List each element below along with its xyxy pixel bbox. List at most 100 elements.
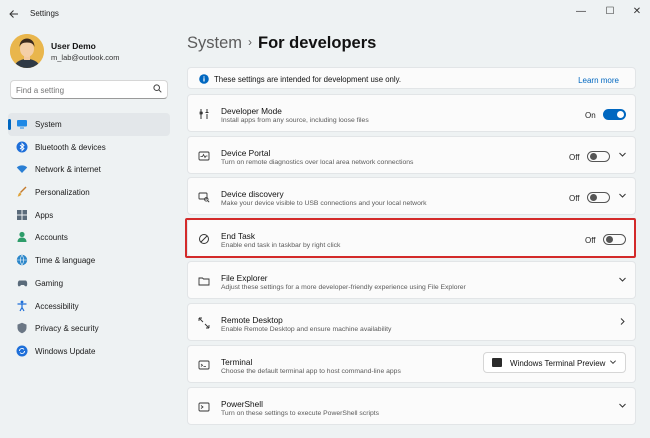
setting-title: File Explorer <box>221 273 268 283</box>
setting-title: Developer Mode <box>221 106 282 116</box>
sidebar-item-label: Bluetooth & devices <box>35 142 106 152</box>
remote-desktop-icon <box>198 317 210 329</box>
setting-description: Adjust these settings for a more develop… <box>221 284 466 291</box>
developer-tools-icon <box>198 108 210 120</box>
terminal-icon <box>198 359 210 371</box>
settings-window: Settings — ☐ ✕ User Demo m_lab@outlook.c… <box>0 0 650 438</box>
apps-icon <box>16 209 28 221</box>
sidebar-item-label: Apps <box>35 210 54 220</box>
search-icon[interactable] <box>153 84 162 95</box>
sidebar-item-system[interactable]: System <box>8 113 170 136</box>
sidebar-item-network[interactable]: Network & internet <box>8 158 170 181</box>
chevron-down-icon[interactable] <box>618 401 627 412</box>
setting-title: Remote Desktop <box>221 315 283 325</box>
sidebar-item-accounts[interactable]: Accounts <box>8 226 170 249</box>
back-arrow-icon[interactable] <box>6 6 22 22</box>
close-button[interactable]: ✕ <box>622 2 650 20</box>
setting-description: Install apps from any source, including … <box>221 117 369 124</box>
dropdown-selected-value: Windows Terminal Preview <box>510 359 606 368</box>
maximize-button[interactable]: ☐ <box>595 2 625 20</box>
sidebar-item-label: Windows Update <box>35 346 96 356</box>
toggle-state-label: Off <box>569 194 580 203</box>
toggle-state-label: Off <box>569 153 580 162</box>
setting-remote-desktop[interactable]: Remote Desktop Enable Remote Desktop and… <box>187 303 636 341</box>
end-task-highlight-frame <box>185 218 636 258</box>
device-search-icon <box>198 191 210 203</box>
sidebar-item-apps[interactable]: Apps <box>8 204 170 227</box>
toggle-state-label: On <box>585 111 596 120</box>
globe-clock-icon <box>16 254 28 266</box>
sidebar-item-gaming[interactable]: Gaming <box>8 272 170 295</box>
setting-developer-mode: Developer Mode Install apps from any sou… <box>187 94 636 132</box>
bluetooth-icon <box>16 141 28 153</box>
terminal-app-icon <box>492 358 502 367</box>
setting-device-portal[interactable]: Device Portal Turn on remote diagnostics… <box>187 136 636 174</box>
sidebar-item-label: Gaming <box>35 278 64 288</box>
sidebar-item-label: Privacy & security <box>35 324 99 334</box>
sidebar-item-time-language[interactable]: Time & language <box>8 249 170 272</box>
setting-description: Enable Remote Desktop and ensure machine… <box>221 326 392 333</box>
device-portal-toggle[interactable] <box>587 151 610 162</box>
learn-more-link[interactable]: Learn more <box>578 76 619 85</box>
pulse-monitor-icon <box>198 150 210 162</box>
sidebar-item-label: Accounts <box>35 233 68 243</box>
sidebar-item-windows-update[interactable]: Windows Update <box>8 340 170 363</box>
setting-title: PowerShell <box>221 399 263 409</box>
chevron-down-icon[interactable] <box>618 191 627 202</box>
info-icon <box>198 73 210 85</box>
sidebar-item-privacy-security[interactable]: Privacy & security <box>8 317 170 340</box>
sidebar-item-personalization[interactable]: Personalization <box>8 181 170 204</box>
setting-description: Choose the default terminal app to host … <box>221 368 401 375</box>
monitor-icon <box>16 118 28 130</box>
user-name: User Demo <box>51 41 96 51</box>
window-title: Settings <box>30 9 59 18</box>
developer-mode-toggle[interactable] <box>603 109 626 120</box>
chevron-right-icon[interactable] <box>618 317 627 328</box>
sidebar-item-label: Time & language <box>35 256 96 266</box>
avatar <box>10 34 44 68</box>
shield-icon <box>16 322 28 334</box>
setting-device-discovery[interactable]: Device discovery Make your device visibl… <box>187 177 636 215</box>
gamepad-icon <box>16 277 28 289</box>
user-profile[interactable]: User Demo m_lab@outlook.com <box>10 34 175 70</box>
device-discovery-toggle[interactable] <box>587 192 610 203</box>
breadcrumb-system[interactable]: System <box>187 34 242 52</box>
user-email: m_lab@outlook.com <box>51 53 120 62</box>
search-input[interactable] <box>16 84 146 96</box>
setting-title: Device discovery <box>221 189 284 199</box>
setting-description: Make your device visible to USB connecti… <box>221 200 427 207</box>
search-box[interactable] <box>10 80 168 99</box>
chevron-down-icon[interactable] <box>618 150 627 161</box>
sidebar-item-label: Network & internet <box>35 165 101 175</box>
setting-description: Turn on remote diagnostics over local ar… <box>221 159 414 166</box>
setting-file-explorer[interactable]: File Explorer Adjust these settings for … <box>187 261 636 299</box>
sidebar: User Demo m_lab@outlook.com System Bluet… <box>0 28 180 438</box>
sidebar-item-bluetooth[interactable]: Bluetooth & devices <box>8 136 170 159</box>
breadcrumb-separator: › <box>248 35 253 49</box>
brush-icon <box>16 186 28 198</box>
update-icon <box>16 345 28 357</box>
sidebar-item-label: Personalization <box>35 188 90 198</box>
sidebar-item-accessibility[interactable]: Accessibility <box>8 295 170 318</box>
wifi-icon <box>16 163 28 175</box>
minimize-button[interactable]: — <box>566 2 596 20</box>
info-banner: These settings are intended for developm… <box>187 67 636 89</box>
sidebar-nav: System Bluetooth & devices Network & int… <box>8 113 170 363</box>
setting-title: Terminal <box>221 357 253 367</box>
page-title: System › For developers <box>187 34 376 53</box>
breadcrumb-current: For developers <box>258 34 377 52</box>
sidebar-item-label: Accessibility <box>35 301 79 311</box>
folder-icon <box>198 275 210 287</box>
chevron-down-icon <box>609 358 617 368</box>
default-terminal-dropdown[interactable]: Windows Terminal Preview <box>483 352 626 373</box>
setting-title: Device Portal <box>221 148 271 158</box>
info-text: These settings are intended for developm… <box>214 75 402 84</box>
person-icon <box>16 231 28 243</box>
accessibility-icon <box>16 300 28 312</box>
setting-powershell[interactable]: PowerShell Turn on these settings to exe… <box>187 387 636 425</box>
setting-description: Turn on these settings to execute PowerS… <box>221 410 380 417</box>
title-bar: Settings — ☐ ✕ <box>0 0 650 28</box>
chevron-down-icon[interactable] <box>618 275 627 286</box>
powershell-icon <box>198 401 210 413</box>
sidebar-item-label: System <box>35 120 62 129</box>
